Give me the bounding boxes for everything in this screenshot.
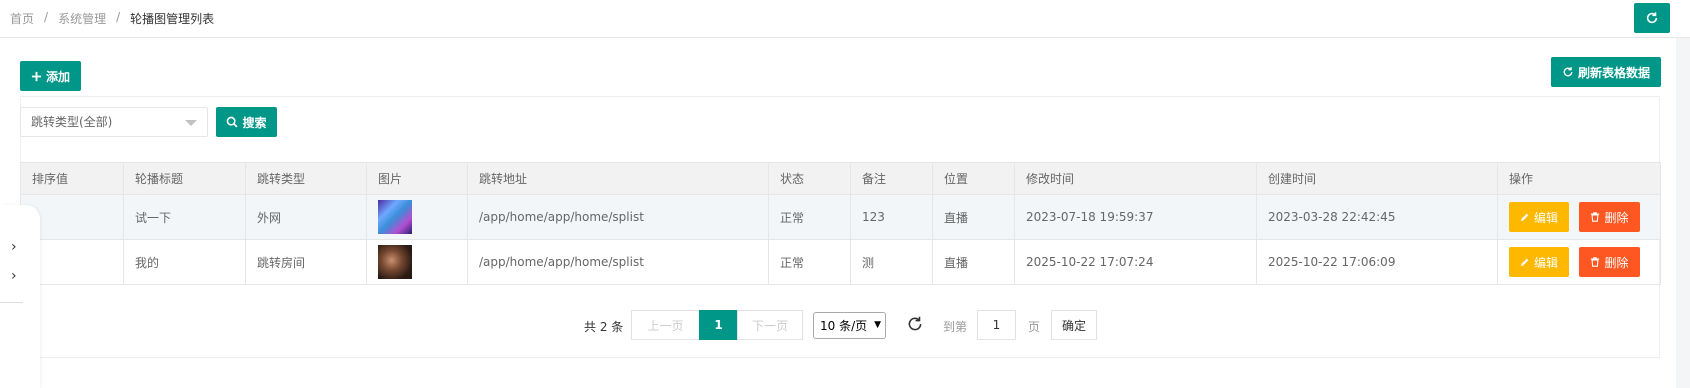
column-header[interactable]: 图片 (366, 162, 468, 195)
table-row[interactable]: 我的 跳转房间 /app/home/app/home/splist 正常 测 直… (20, 239, 1661, 285)
cell-modified: 2023-07-18 19:59:37 (1014, 194, 1257, 240)
cell-url: /app/home/app/home/splist (467, 194, 769, 240)
column-header[interactable]: 修改时间 (1014, 162, 1257, 195)
top-bar: 首页 / 系统管理 / 轮播图管理列表 (0, 0, 1690, 38)
column-header[interactable]: 位置 (932, 162, 1015, 195)
refresh-icon (1563, 67, 1573, 77)
trash-icon (1591, 212, 1600, 222)
edit-button[interactable]: 编辑 (1509, 202, 1569, 232)
pagination-page-unit: 页 (1028, 320, 1041, 334)
pagination-total: 共 2 条 (584, 320, 624, 334)
pagination-confirm-button[interactable]: 确定 (1051, 310, 1097, 340)
side-drawer (0, 205, 40, 388)
cell-image (366, 239, 468, 285)
cell-remark: 测 (850, 239, 933, 285)
chevron-right-icon[interactable]: › (11, 268, 17, 284)
page-size-value: 10 条/页 (820, 319, 868, 333)
breadcrumb-current: 轮播图管理列表 (130, 12, 215, 26)
delete-button-label: 删除 (1604, 210, 1629, 225)
edit-icon (1520, 213, 1529, 222)
edit-icon (1520, 258, 1529, 267)
cell-created: 2023-03-28 22:42:45 (1256, 194, 1498, 240)
delete-button[interactable]: 删除 (1579, 247, 1640, 277)
page-refresh-button[interactable] (1634, 3, 1670, 33)
breadcrumb-home[interactable]: 首页 (10, 10, 34, 27)
banner-table: 排序值 轮播标题 跳转类型 图片 跳转地址 状态 备注 位置 修改时间 创建时间… (20, 162, 1661, 285)
divider (0, 302, 23, 303)
cell-actions: 编辑 删除 (1497, 239, 1661, 285)
pagination-prev[interactable]: 上一页 (631, 310, 700, 340)
cell-created: 2025-10-22 17:06:09 (1256, 239, 1498, 285)
refresh-table-label: 刷新表格数据 (1577, 65, 1650, 80)
column-header[interactable]: 操作 (1497, 162, 1661, 195)
chevron-right-icon[interactable]: › (11, 239, 17, 255)
cell-actions: 编辑 删除 (1497, 194, 1661, 240)
chevron-down-icon: ▼ (874, 320, 881, 330)
cell-image (366, 194, 468, 240)
cell-jump-type: 跳转房间 (245, 239, 367, 285)
search-button[interactable]: 搜索 (216, 107, 277, 137)
edit-button-label: 编辑 (1533, 255, 1558, 270)
cell-position: 直播 (932, 194, 1015, 240)
refresh-icon (1646, 12, 1658, 24)
add-button-label: 添加 (45, 69, 70, 84)
delete-button[interactable]: 删除 (1579, 202, 1640, 232)
column-header[interactable]: 创建时间 (1256, 162, 1498, 195)
breadcrumb-separator: / (44, 10, 49, 24)
table-header-row: 排序值 轮播标题 跳转类型 图片 跳转地址 状态 备注 位置 修改时间 创建时间… (20, 162, 1661, 195)
caret-down-icon (185, 120, 197, 126)
refresh-table-button[interactable]: 刷新表格数据 (1551, 57, 1661, 87)
cell-title: 我的 (123, 239, 246, 285)
add-button[interactable]: 添加 (20, 61, 81, 91)
breadcrumb-section[interactable]: 系统管理 (58, 10, 106, 27)
delete-button-label: 删除 (1604, 255, 1629, 270)
trash-icon (1591, 257, 1600, 267)
cell-modified: 2025-10-22 17:07:24 (1014, 239, 1257, 285)
edit-button-label: 编辑 (1533, 210, 1558, 225)
column-header[interactable]: 排序值 (20, 162, 124, 195)
pagination-goto-label: 到第 (943, 320, 968, 334)
column-header[interactable]: 轮播标题 (123, 162, 246, 195)
search-button-label: 搜索 (242, 115, 267, 130)
cell-status: 正常 (768, 194, 851, 240)
pagination-goto-input[interactable]: 1 (977, 310, 1016, 340)
search-icon (227, 116, 238, 128)
column-header[interactable]: 备注 (850, 162, 933, 195)
column-header[interactable]: 状态 (768, 162, 851, 195)
jump-type-select-value: 跳转类型(全部) (31, 115, 113, 129)
table-row[interactable]: 试一下 外网 /app/home/app/home/splist 正常 123 … (20, 194, 1661, 240)
column-header[interactable]: 跳转地址 (467, 162, 769, 195)
plus-icon (31, 71, 42, 81)
banner-thumbnail[interactable] (378, 200, 412, 234)
page-size-select[interactable]: 10 条/页 ▼ (813, 312, 886, 339)
jump-type-select[interactable]: 跳转类型(全部) (20, 107, 208, 137)
pagination-current-page[interactable]: 1 (699, 310, 738, 340)
pagination-next[interactable]: 下一页 (737, 310, 803, 340)
cell-remark: 123 (850, 194, 933, 240)
cell-status: 正常 (768, 239, 851, 285)
edit-button[interactable]: 编辑 (1509, 247, 1569, 277)
breadcrumb: 首页 / 系统管理 / 轮播图管理列表 (10, 10, 214, 27)
column-header[interactable]: 跳转类型 (245, 162, 367, 195)
cell-position: 直播 (932, 239, 1015, 285)
cell-title: 试一下 (123, 194, 246, 240)
cell-jump-type: 外网 (245, 194, 367, 240)
banner-thumbnail[interactable] (378, 245, 412, 279)
reload-icon[interactable] (906, 315, 924, 333)
cell-url: /app/home/app/home/splist (467, 239, 769, 285)
breadcrumb-separator: / (116, 10, 121, 24)
